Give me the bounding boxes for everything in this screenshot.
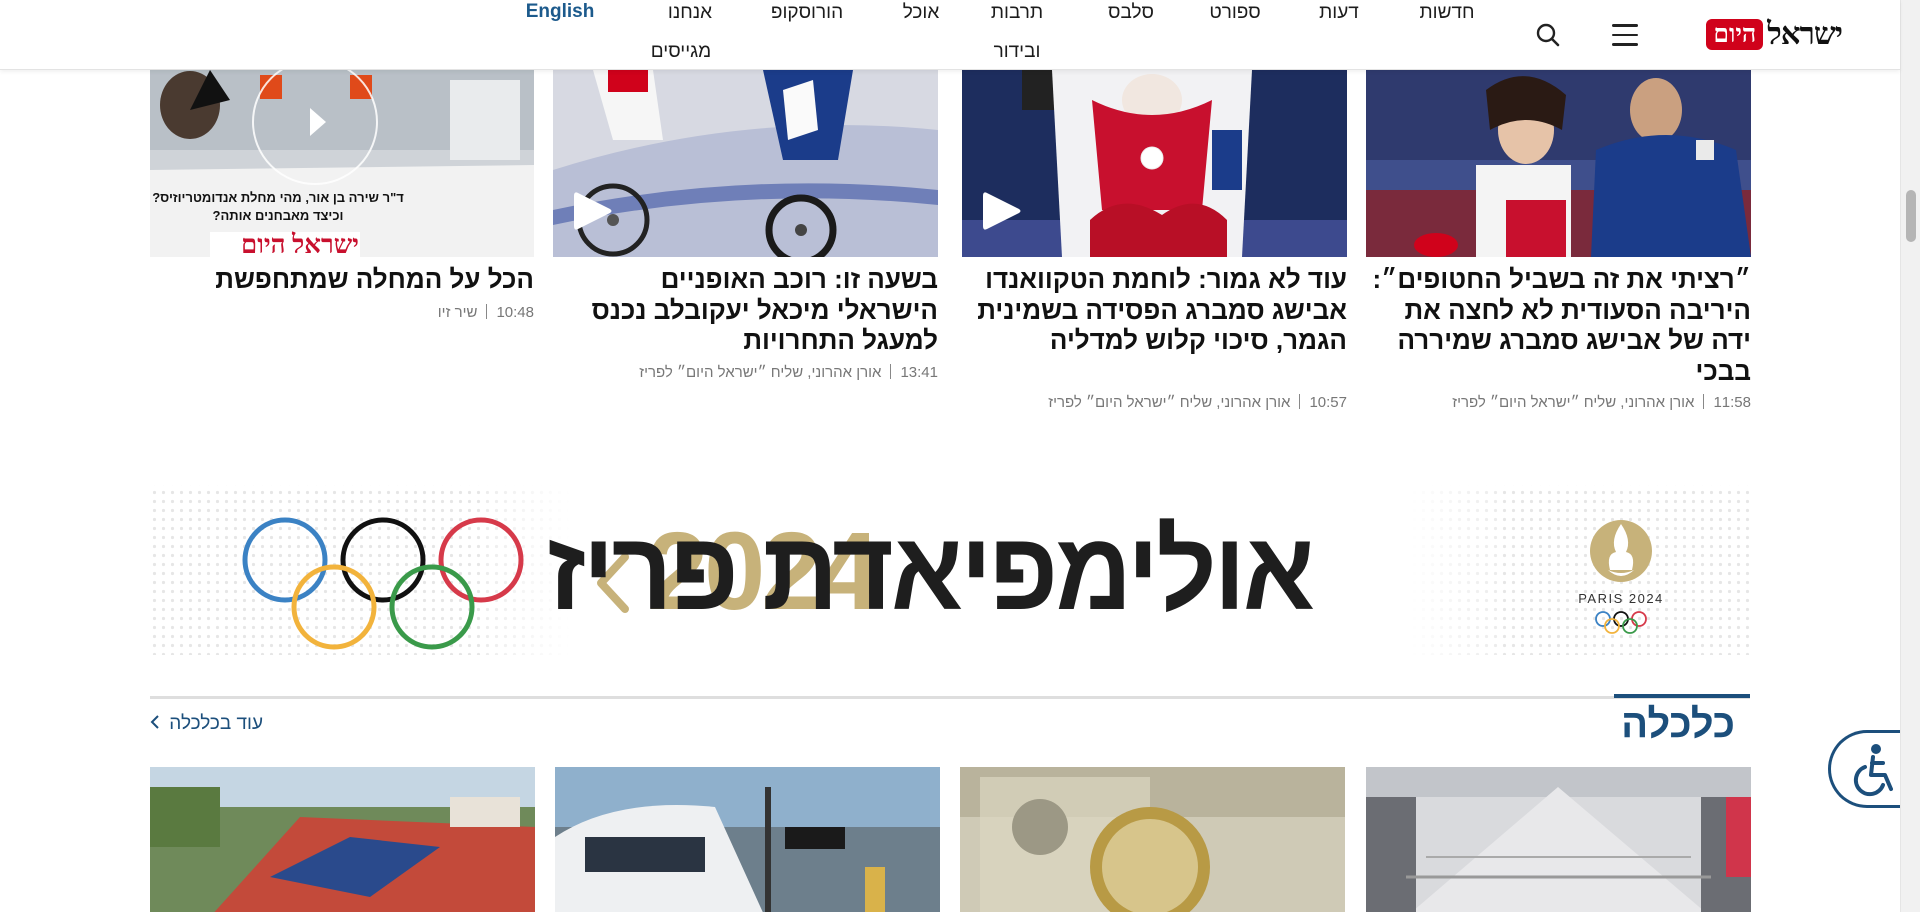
paris-flame-icon <box>1590 520 1652 582</box>
section-accent-bar <box>1614 694 1750 698</box>
article-title[interactable]: ״רציתי את זה בשביל החטופים״: היריבה הסעו… <box>1366 264 1751 386</box>
section-more-link[interactable]: עוד בכלכלה <box>150 713 263 735</box>
video-logo: ישראל היום <box>241 230 359 257</box>
article-meta: 10:48 שיר זיו <box>438 304 534 321</box>
video-caption-line2: וכיצד מאבחנים אותה? <box>213 208 344 223</box>
article-card[interactable]: בשעה זו: רוכב האופניים הישראלי מיכאל יעק… <box>553 70 938 390</box>
article-author[interactable]: אורן אהרוני, שליח ״ישראל היום״ לפריז <box>1048 394 1290 411</box>
logo-badge: היום <box>1706 18 1764 50</box>
article-thumbnail[interactable] <box>553 70 938 257</box>
nav-culture-line2[interactable]: ובידור <box>994 41 1041 63</box>
paris-2024-logo: PARIS 2024 <box>1566 518 1676 638</box>
nav-jobs-line2[interactable]: מגייסים <box>651 41 711 63</box>
hamburger-menu-icon[interactable] <box>1612 24 1638 46</box>
search-icon[interactable] <box>1535 22 1561 48</box>
scrollbar-thumb[interactable] <box>1906 190 1916 242</box>
nav-english[interactable]: English <box>526 1 595 23</box>
video-caption-line1: ד"ר שירה בן אור, מהי מחלת אנדומטריוזיס? <box>152 190 404 205</box>
article-time: 10:48 <box>496 304 534 321</box>
olympic-rings-small-icon <box>1595 611 1647 634</box>
article-card[interactable]: עוד לא גמור: לוחמת הטקוואנדו אבישג סמברג… <box>962 70 1347 420</box>
economy-card-thumbnail[interactable] <box>150 767 535 912</box>
chevron-left-icon <box>150 715 159 729</box>
article-author[interactable]: אורן אהרוני, שליח ״ישראל היום״ לפריז <box>1452 394 1694 411</box>
video-thumbnail[interactable]: ד"ר שירה בן אור, מהי מחלת אנדומטריוזיס? … <box>150 70 534 257</box>
nav-culture[interactable]: תרבות <box>991 2 1043 24</box>
article-author[interactable]: שיר זיו <box>438 304 478 321</box>
article-time: 13:41 <box>900 364 938 381</box>
accessibility-wheelchair-icon <box>1853 744 1893 797</box>
article-card[interactable]: ד"ר שירה בן אור, מהי מחלת אנדומטריוזיס? … <box>150 70 534 330</box>
nav-opinions[interactable]: דעות <box>1319 2 1359 24</box>
logo-word: ישראל <box>1767 16 1843 51</box>
article-time: 10:57 <box>1309 394 1347 411</box>
economy-card-thumbnail[interactable] <box>555 767 940 912</box>
nav-news[interactable]: חדשות <box>1420 2 1475 24</box>
page-scrollbar[interactable] <box>1900 0 1920 912</box>
economy-card-thumbnail[interactable] <box>960 767 1345 912</box>
article-thumbnail[interactable] <box>962 70 1347 257</box>
article-title[interactable]: הכל על המחלה שמתחפשת <box>150 264 534 295</box>
accessibility-button[interactable] <box>1828 730 1902 808</box>
nav-sport[interactable]: ספורט <box>1209 2 1260 24</box>
economy-card-thumbnail[interactable] <box>1366 767 1751 912</box>
article-time: 11:58 <box>1713 394 1751 411</box>
article-meta: 13:41 אורן אהרוני, שליח ״ישראל היום״ לפרי… <box>639 364 938 381</box>
section-more-label[interactable]: עוד בכלכלה <box>169 713 263 734</box>
olympics-banner[interactable]: 2024 אולימפיאדת פריז PARIS 2024 <box>150 470 1750 670</box>
nav-horoscope[interactable]: הורוסקופ <box>771 2 843 24</box>
article-author[interactable]: אורן אהרוני, שליח ״ישראל היום״ לפריז <box>639 364 881 381</box>
banner-title: אולימפיאדת פריז <box>546 509 1315 633</box>
nav-celebs[interactable]: סלבס <box>1108 2 1154 24</box>
article-title[interactable]: עוד לא גמור: לוחמת הטקוואנדו אבישג סמברג… <box>962 264 1347 356</box>
olympic-rings-icon <box>242 517 524 650</box>
play-icon[interactable] <box>983 191 1021 231</box>
article-title[interactable]: בשעה זו: רוכב האופניים הישראלי מיכאל יעק… <box>553 264 938 356</box>
article-thumbnail[interactable] <box>1366 70 1751 257</box>
site-header: ישראל היום חדשות דעות ספורט סלבס תרבות ו… <box>0 0 1900 70</box>
article-meta: 11:58 אורן אהרוני, שליח ״ישראל היום״ לפרי… <box>1452 394 1751 411</box>
nav-jobs[interactable]: אנחנו <box>668 2 712 24</box>
article-card[interactable]: ״רציתי את זה בשביל החטופים״: היריבה הסעו… <box>1366 70 1751 420</box>
section-divider <box>150 696 1750 699</box>
article-meta: 10:57 אורן אהרוני, שליח ״ישראל היום״ לפרי… <box>1048 394 1347 411</box>
nav-food[interactable]: אוכל <box>903 2 940 24</box>
section-title[interactable]: כלכלה <box>1621 702 1735 747</box>
play-icon[interactable] <box>574 191 612 231</box>
site-logo[interactable]: ישראל היום <box>1706 15 1843 53</box>
paris-2024-label: PARIS 2024 <box>1578 591 1664 606</box>
